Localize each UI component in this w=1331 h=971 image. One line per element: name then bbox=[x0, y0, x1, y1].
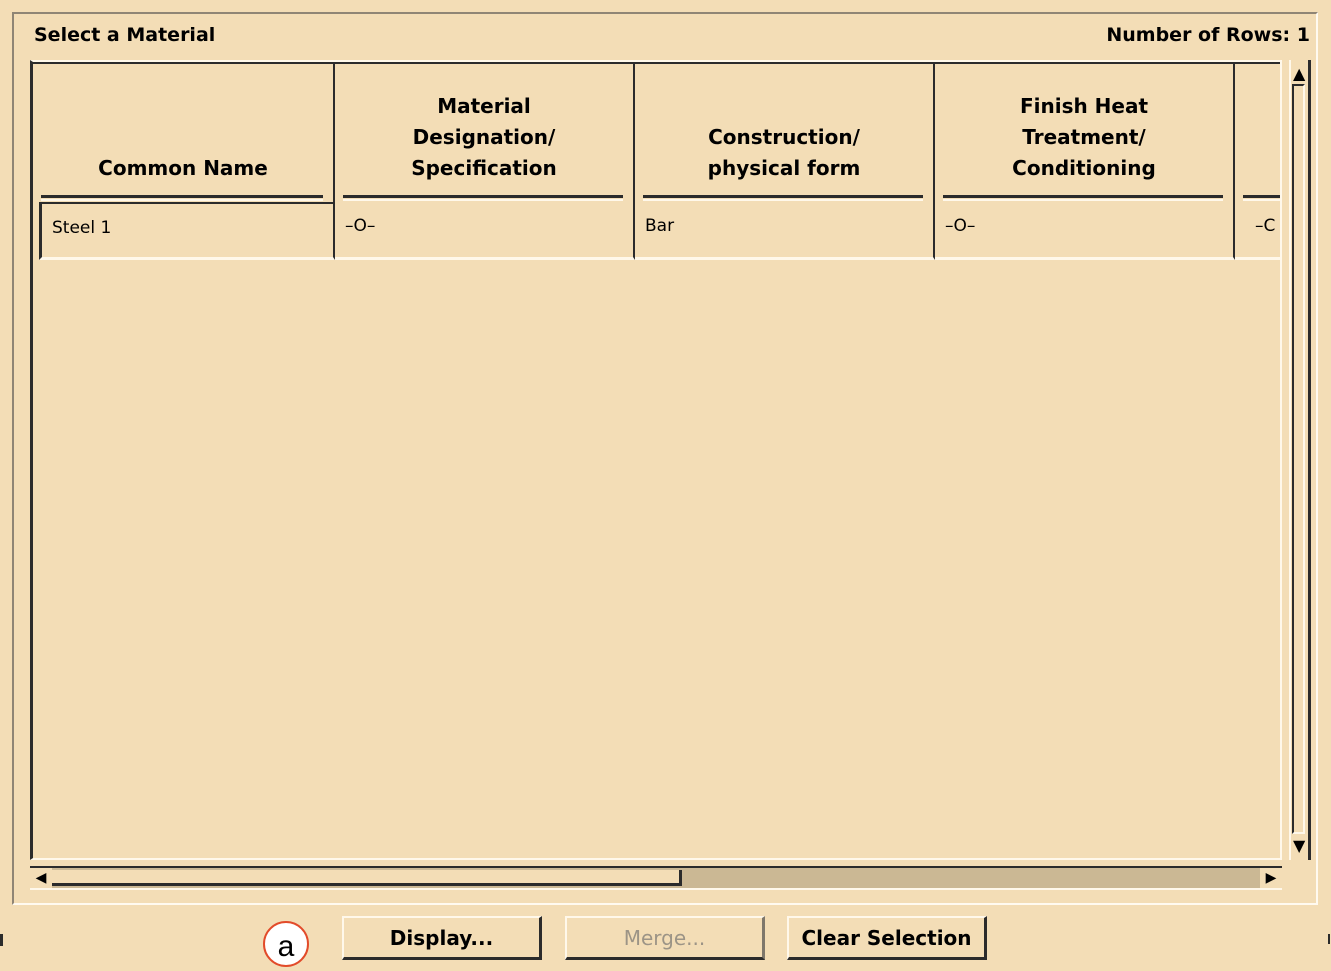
panel-title: Select a Material bbox=[34, 24, 216, 46]
column-header[interactable]: Finish Heat Treatment/ Conditioning bbox=[935, 62, 1235, 202]
column-header[interactable]: Construction/ physical form bbox=[635, 62, 935, 202]
column-header[interactable]: Common Name bbox=[33, 62, 335, 202]
clear-selection-button[interactable]: Clear Selection bbox=[787, 916, 987, 960]
left-arrow-icon[interactable]: ◀ bbox=[30, 868, 52, 888]
callout-marker: a bbox=[263, 921, 309, 967]
table-cell: –O– bbox=[935, 202, 1235, 260]
down-arrow-icon[interactable]: ▼ bbox=[1293, 838, 1305, 854]
materials-table: Common Name Material Designation/ Specif… bbox=[30, 60, 1282, 860]
display-button[interactable]: Display... bbox=[342, 916, 542, 960]
right-arrow-icon[interactable]: ▶ bbox=[1260, 868, 1282, 888]
table-cell: –C bbox=[1235, 202, 1280, 260]
row-count: Number of Rows: 1 bbox=[1050, 24, 1310, 46]
horizontal-scroll-thumb[interactable] bbox=[52, 870, 682, 886]
table-cell: –O– bbox=[335, 202, 635, 260]
row-count-label: Number of Rows: bbox=[1106, 24, 1291, 46]
table-cell: Bar bbox=[635, 202, 935, 260]
table-cell: Steel 1 bbox=[39, 202, 335, 260]
vertical-scroll-thumb[interactable] bbox=[1292, 84, 1305, 834]
up-arrow-icon[interactable]: ▲ bbox=[1293, 66, 1305, 82]
vertical-scrollbar[interactable]: ▲ ▼ bbox=[1289, 60, 1311, 860]
column-header[interactable]: Material Designation/ Specification bbox=[335, 62, 635, 202]
column-header[interactable] bbox=[1235, 62, 1280, 202]
merge-button[interactable]: Merge... bbox=[565, 916, 765, 960]
horizontal-scrollbar[interactable]: ◀ ▶ bbox=[30, 866, 1282, 890]
row-count-value: 1 bbox=[1296, 24, 1310, 46]
